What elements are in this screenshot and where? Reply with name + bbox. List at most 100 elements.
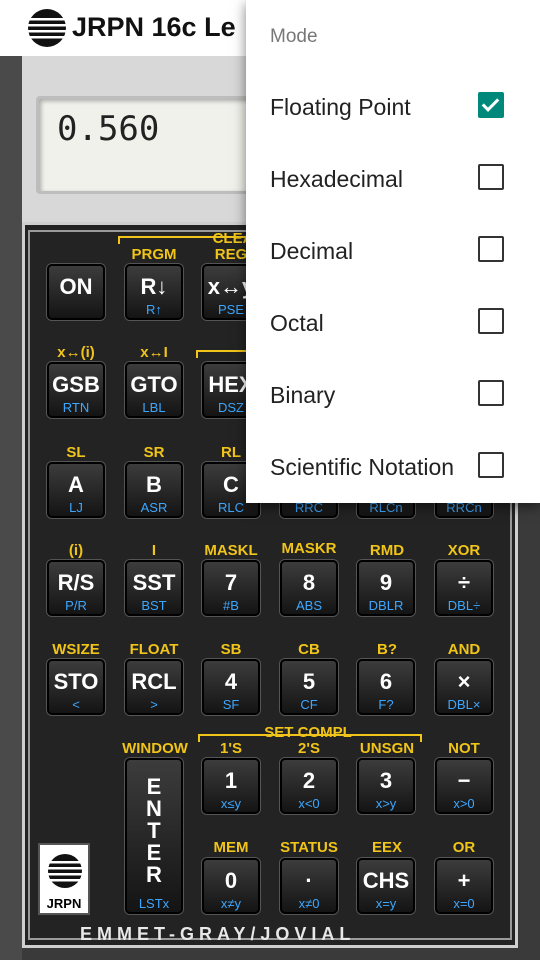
- roll-down-key[interactable]: R↓ R↑: [125, 264, 183, 320]
- b-key[interactable]: B ASR: [125, 462, 183, 518]
- key-blue-label: x=0: [453, 896, 475, 911]
- gold-label-unsgn: UNSGN: [359, 740, 415, 757]
- checkbox-icon[interactable]: [478, 452, 504, 478]
- key-blue-label: ASR: [140, 500, 168, 515]
- gold-label-b-test: B?: [377, 641, 397, 658]
- key-label: 9: [379, 570, 393, 595]
- gold-label-set-compl: SET COMPL: [264, 724, 352, 741]
- key-label: RCL: [131, 669, 177, 694]
- chs-key[interactable]: CHS x=y: [357, 858, 415, 914]
- key-blue-label: x=y: [375, 896, 397, 911]
- key-label: B: [146, 472, 162, 497]
- key-label: R↓: [140, 274, 168, 299]
- gold-label-cb: CB: [298, 641, 320, 658]
- menu-item-decimal[interactable]: Decimal: [246, 216, 540, 288]
- gold-label-xor: XOR: [447, 542, 481, 559]
- divide-key[interactable]: ÷ DBL÷: [435, 560, 493, 616]
- gold-label-maskl: MASKL: [204, 542, 258, 559]
- digit-6-key[interactable]: 6 F?: [357, 659, 415, 715]
- key-blue-label: R↑: [146, 302, 162, 317]
- key-blue-label: F?: [378, 697, 394, 712]
- gold-label-and: AND: [447, 641, 481, 658]
- key-blue-label: ABS: [295, 598, 322, 613]
- run-stop-key[interactable]: R/S P/R: [47, 560, 105, 616]
- rcl-key[interactable]: RCL >: [125, 659, 183, 715]
- key-blue-label: >: [150, 697, 158, 712]
- gold-label-ones: 1'S: [220, 740, 242, 757]
- decimal-point-key[interactable]: · x≠0: [280, 858, 338, 914]
- gsb-key[interactable]: GSB RTN: [47, 362, 105, 418]
- on-key[interactable]: ON: [47, 264, 105, 320]
- gold-label-window: WINDOW: [122, 740, 188, 757]
- key-label: 3: [379, 768, 393, 793]
- key-blue-label: DBL×: [447, 697, 481, 712]
- checkbox-icon[interactable]: [478, 164, 504, 190]
- enter-key[interactable]: E N T E R LSTx: [125, 758, 183, 914]
- sst-key[interactable]: SST BST: [125, 560, 183, 616]
- menu-item-label: Octal: [270, 310, 324, 336]
- menu-item-label: Scientific Notation: [270, 454, 455, 480]
- digit-4-key[interactable]: 4 SF: [202, 659, 260, 715]
- key-blue-label: x≠y: [220, 896, 242, 911]
- menu-item-scientific-notation[interactable]: Scientific Notation: [246, 432, 540, 504]
- menu-item-hexadecimal[interactable]: Hexadecimal: [246, 144, 540, 216]
- checkbox-icon[interactable]: [478, 380, 504, 406]
- key-blue-label: BST: [141, 598, 167, 613]
- digit-5-key[interactable]: 5 CF: [280, 659, 338, 715]
- jrpn-badge: JRPN: [38, 843, 90, 915]
- subtract-key[interactable]: − x>0: [435, 758, 493, 814]
- digit-9-key[interactable]: 9 DBLR: [357, 560, 415, 616]
- digit-8-key[interactable]: 8 ABS: [280, 560, 338, 616]
- gold-label-mem: MEM: [213, 839, 249, 856]
- key-blue-label: x≤y: [220, 796, 242, 811]
- key-label: −: [457, 768, 471, 793]
- menu-item-binary[interactable]: Binary: [246, 360, 540, 432]
- mode-menu-header: Mode: [270, 26, 318, 47]
- key-label: STO: [53, 669, 99, 694]
- checkbox-icon[interactable]: [478, 236, 504, 262]
- checkbox-checked-icon[interactable]: [478, 92, 504, 118]
- key-label: 2: [302, 768, 316, 793]
- digit-3-key[interactable]: 3 x>y: [357, 758, 415, 814]
- digit-2-key[interactable]: 2 x<0: [280, 758, 338, 814]
- a-key[interactable]: A LJ: [47, 462, 105, 518]
- key-blue-label: DBL÷: [447, 598, 481, 613]
- gold-label-wsize: WSIZE: [52, 641, 100, 658]
- key-blue-label: P/R: [65, 598, 87, 613]
- sto-key[interactable]: STO <: [47, 659, 105, 715]
- key-label: 8: [302, 570, 316, 595]
- gold-label-i-indirect: (i): [68, 542, 84, 559]
- digit-0-key[interactable]: 0 x≠y: [202, 858, 260, 914]
- key-blue-label: x>0: [453, 796, 475, 811]
- key-blue-label: x>y: [375, 796, 397, 811]
- menu-item-floating-point[interactable]: Floating Point: [246, 72, 540, 144]
- menu-item-label: Decimal: [270, 238, 354, 264]
- gto-key[interactable]: GTO LBL: [125, 362, 183, 418]
- jrpn-badge-logo-icon: [48, 854, 82, 888]
- gold-label-eex: EEX: [371, 839, 402, 856]
- gold-label-sb: SB: [220, 641, 242, 658]
- key-label: GTO: [130, 372, 178, 397]
- key-label: GSB: [52, 372, 100, 397]
- menu-item-octal[interactable]: Octal: [246, 288, 540, 360]
- menu-item-label: Floating Point: [270, 94, 411, 120]
- key-label: 6: [379, 669, 393, 694]
- digit-1-key[interactable]: 1 x≤y: [202, 758, 260, 814]
- gold-label-float: FLOAT: [129, 641, 179, 658]
- key-label: ×: [457, 669, 471, 694]
- gold-label-or: OR: [452, 839, 476, 856]
- key-blue-label: LBL: [142, 400, 166, 415]
- multiply-key[interactable]: × DBL×: [435, 659, 493, 715]
- gold-label-maskr: MASKR: [281, 540, 337, 557]
- digit-7-key[interactable]: 7 #B: [202, 560, 260, 616]
- key-blue-label: LSTx: [138, 896, 170, 911]
- key-blue-label: x<0: [298, 796, 320, 811]
- checkbox-icon[interactable]: [478, 308, 504, 334]
- key-label: A: [68, 472, 84, 497]
- menu-item-label: Binary: [270, 382, 336, 408]
- key-label: E N T E R: [146, 774, 162, 887]
- key-label: 4: [224, 669, 238, 694]
- gold-label-status: STATUS: [280, 839, 338, 856]
- key-blue-label: x≠0: [298, 896, 320, 911]
- add-key[interactable]: + x=0: [435, 858, 493, 914]
